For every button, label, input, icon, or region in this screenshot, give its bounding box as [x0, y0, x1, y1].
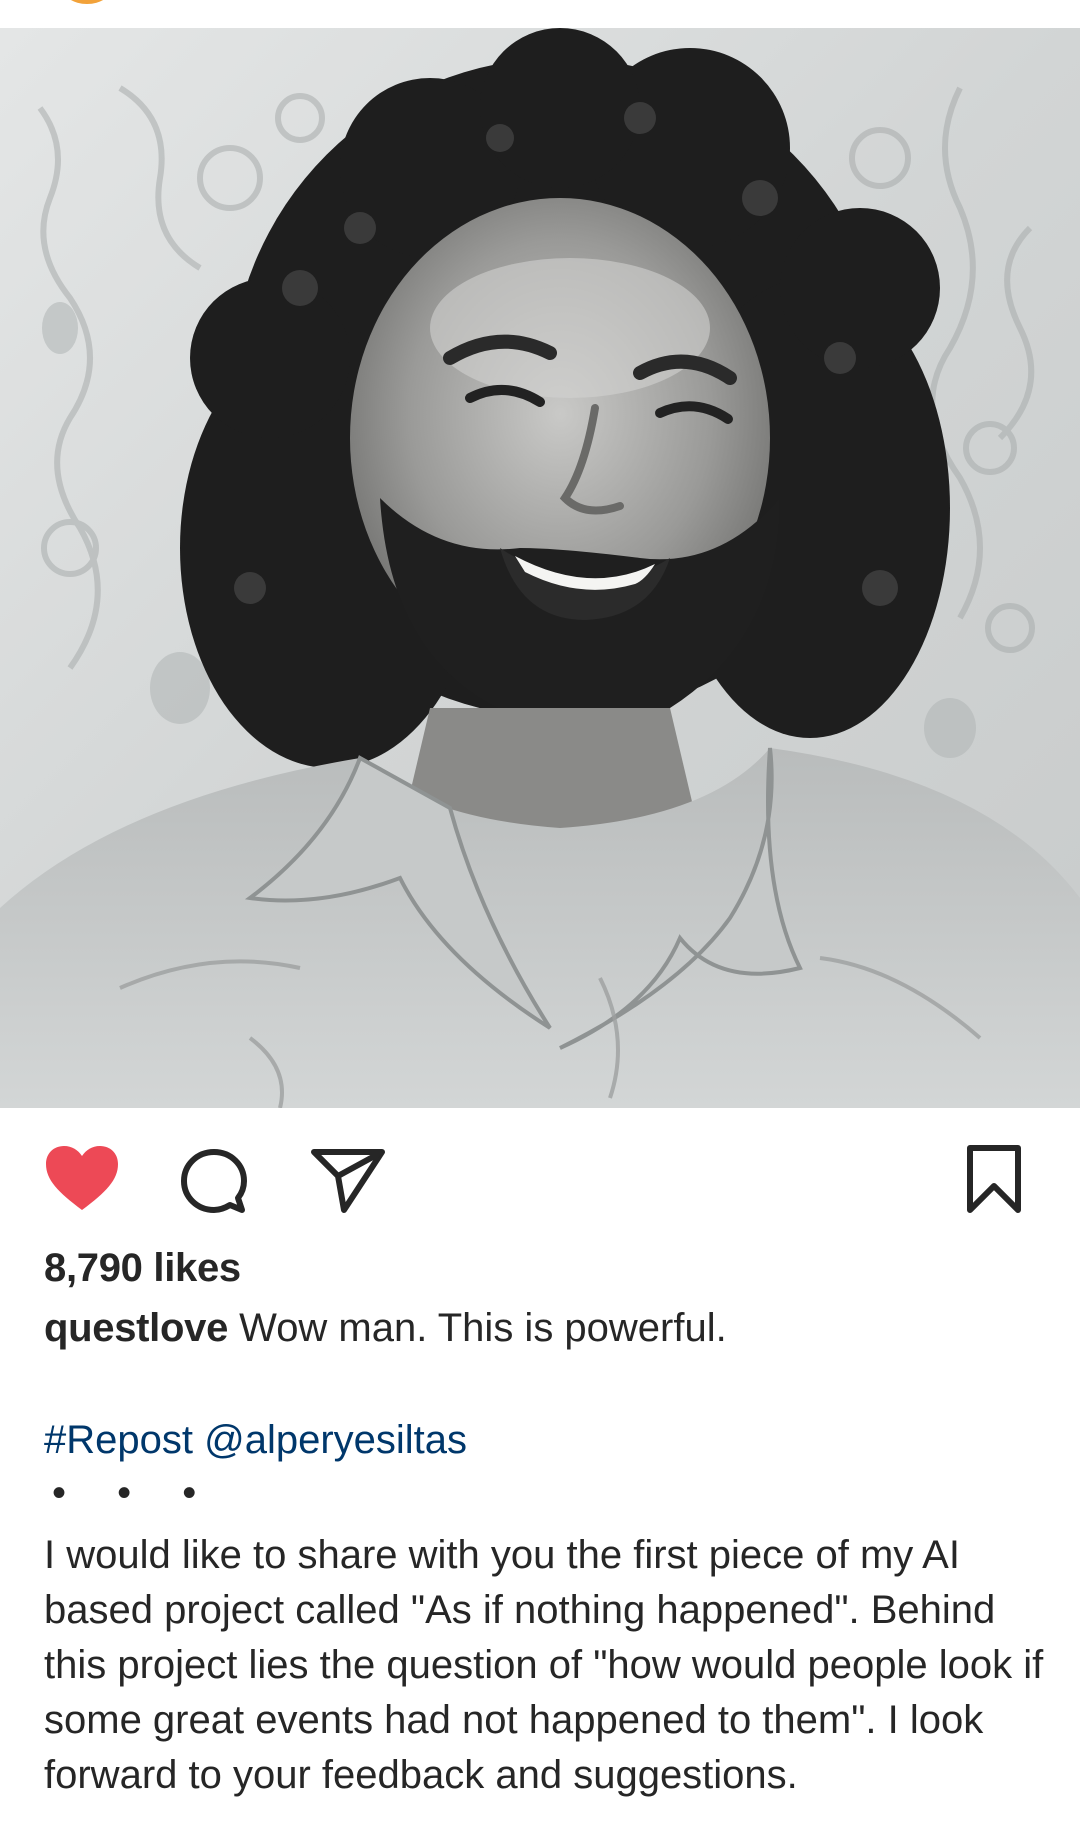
caption-text: Wow man. This is powerful. — [239, 1306, 727, 1350]
post-photo[interactable] — [0, 28, 1080, 1108]
post-description: I would like to share with you the first… — [44, 1533, 1044, 1797]
heart-icon[interactable] — [44, 1144, 120, 1217]
repost-hashtag-link[interactable]: #Repost — [44, 1418, 193, 1462]
repost-mention-link[interactable]: @alperyesiltas — [204, 1418, 467, 1462]
comment-bubble-icon[interactable] — [178, 1146, 250, 1223]
portrait-photo-illustration — [0, 28, 1080, 1108]
bookmark-icon[interactable] — [964, 1144, 1024, 1219]
avatar-story-ring[interactable] — [62, 0, 112, 4]
caption-username[interactable]: questlove — [44, 1306, 228, 1350]
post-header-edge — [0, 0, 1080, 28]
paper-plane-icon[interactable] — [310, 1146, 386, 1219]
post-action-bar — [0, 1108, 1080, 1248]
repost-line: #Repost @alperyesiltas — [44, 1418, 467, 1463]
post-caption: questlove Wow man. This is powerful. — [44, 1306, 1044, 1351]
likes-count[interactable]: 8,790 likes — [44, 1246, 241, 1291]
caption-separator-dots: • • • — [52, 1471, 217, 1515]
